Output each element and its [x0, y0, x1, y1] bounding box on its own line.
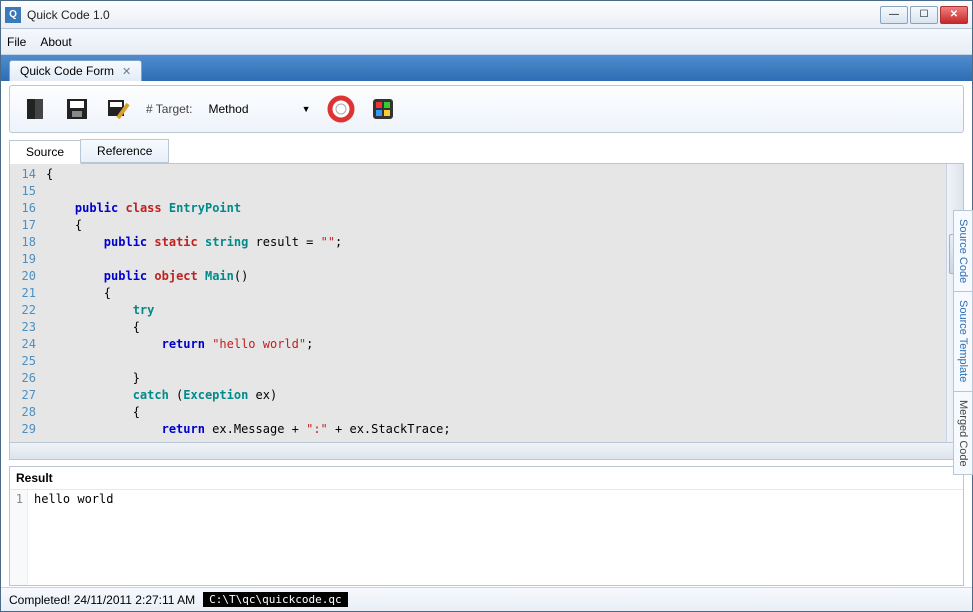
tab-reference[interactable]: Reference [80, 139, 169, 163]
document-tab-strip: Quick Code Form ✕ [1, 55, 972, 81]
menubar: File About [1, 29, 972, 55]
side-tab-source-code[interactable]: Source Code [953, 210, 973, 292]
horizontal-scrollbar[interactable] [9, 443, 964, 460]
run-button[interactable] [368, 94, 398, 124]
chevron-down-icon: ▼ [302, 104, 311, 114]
box-icon [21, 95, 49, 123]
windows-flag-icon [369, 95, 397, 123]
close-tab-icon[interactable]: ✕ [122, 65, 131, 78]
titlebar: Q Quick Code 1.0 — ☐ ✕ [1, 1, 972, 29]
result-header: Result [10, 467, 963, 490]
statusbar: Completed! 24/11/2011 2:27:11 AM C:\T\qc… [1, 587, 972, 611]
editor-tabs: Source Reference [9, 139, 964, 163]
menu-about[interactable]: About [40, 35, 71, 49]
new-button[interactable] [20, 94, 50, 124]
tab-source[interactable]: Source [9, 140, 81, 164]
code-editor[interactable]: 14151617181920212223242526272829 { publi… [9, 163, 964, 443]
status-message: Completed! 24/11/2011 2:27:11 AM [9, 593, 195, 607]
toolbar: # Target: Method ▼ [9, 85, 964, 133]
target-label: # Target: [146, 102, 192, 116]
minimize-button[interactable]: — [880, 6, 908, 24]
help-button[interactable] [326, 94, 356, 124]
target-dropdown[interactable]: Method ▼ [204, 100, 314, 118]
app-icon: Q [5, 7, 21, 23]
document-tab[interactable]: Quick Code Form ✕ [9, 60, 142, 81]
edit-button[interactable] [104, 94, 134, 124]
save-button[interactable] [62, 94, 92, 124]
result-line-number: 1 [10, 490, 28, 585]
result-text: hello world [28, 490, 119, 585]
side-tab-source-template[interactable]: Source Template [953, 291, 973, 391]
side-tabs: Source Code Source Template Merged Code [953, 210, 973, 474]
target-value: Method [208, 102, 248, 116]
menu-file[interactable]: File [7, 35, 26, 49]
window-title: Quick Code 1.0 [27, 8, 880, 22]
floppy-icon [64, 96, 90, 122]
code-area[interactable]: { public class EntryPoint { public stati… [40, 164, 946, 442]
side-tab-merged-code[interactable]: Merged Code [953, 391, 973, 476]
floppy-pencil-icon [106, 96, 132, 122]
status-filepath: C:\T\qc\quickcode.qc [203, 592, 347, 607]
document-tab-label: Quick Code Form [20, 64, 114, 78]
result-panel: Result 1 hello world [9, 466, 964, 586]
line-number-gutter: 14151617181920212223242526272829 [10, 164, 40, 442]
lifebuoy-icon [327, 95, 355, 123]
close-button[interactable]: ✕ [940, 6, 968, 24]
maximize-button[interactable]: ☐ [910, 6, 938, 24]
